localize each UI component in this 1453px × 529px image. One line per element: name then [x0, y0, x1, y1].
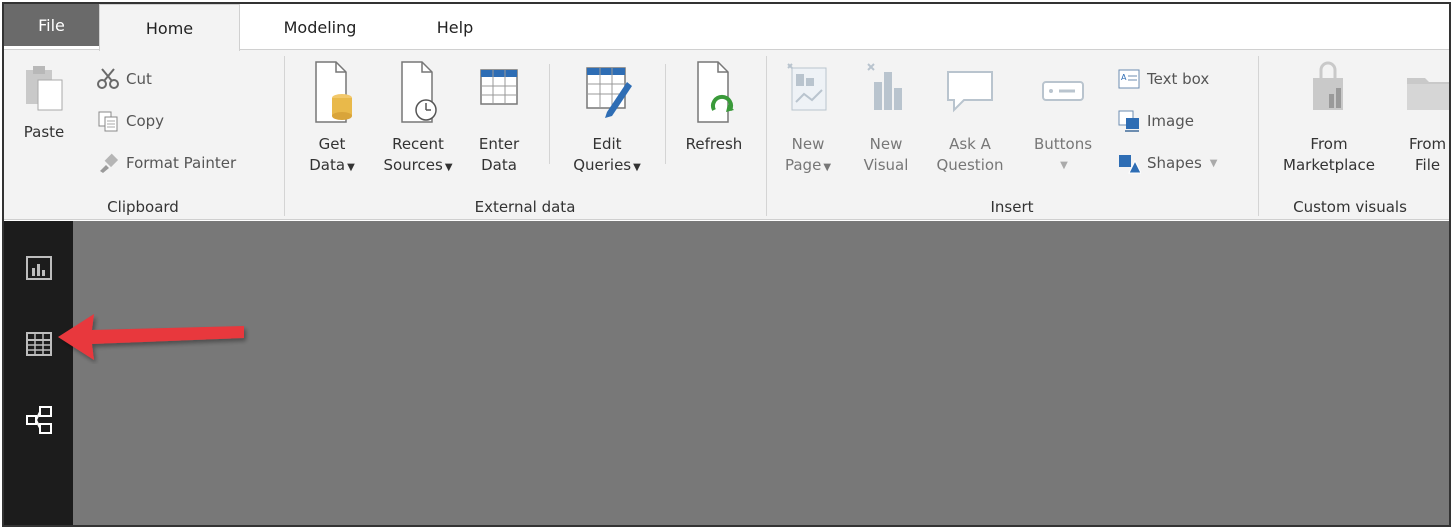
edit-queries-label-1: Edit: [592, 135, 622, 153]
scissors-icon: [97, 68, 119, 89]
recent-sources-label-1: Recent: [392, 135, 444, 153]
new-page-label-2: Page: [784, 156, 822, 174]
dropdown-caret-icon: ▼: [1060, 160, 1068, 171]
new-visual-label-2: Visual: [863, 156, 909, 174]
svg-text:A: A: [1121, 73, 1127, 82]
tab-home-label: Home: [145, 18, 194, 38]
dropdown-caret-icon: ▼: [633, 162, 641, 173]
text-box-label: Text box: [1147, 70, 1210, 88]
image-button[interactable]: Image: [1117, 108, 1194, 134]
cut-button[interactable]: Cut: [96, 66, 152, 92]
tab-home[interactable]: Home: [99, 4, 240, 51]
paintbrush-icon: [100, 153, 119, 173]
text-box-button[interactable]: A Text box: [1117, 66, 1209, 92]
group-label-clipboard: Clipboard: [107, 198, 179, 216]
from-file-label-2: File: [1415, 156, 1441, 174]
speech-bubble-icon: [947, 71, 993, 113]
recent-sources-label-2: Sources: [383, 156, 443, 174]
relationships-view-icon: [25, 406, 52, 434]
format-painter-label: Format Painter: [126, 154, 237, 172]
shapes-button[interactable]: Shapes ▼: [1117, 150, 1218, 176]
subgroup-separator: [665, 64, 666, 164]
tab-modeling[interactable]: Modeling: [240, 4, 400, 50]
buttons-label: Buttons: [1033, 135, 1093, 153]
dropdown-caret-icon: ▼: [444, 162, 453, 173]
refresh-icon: [697, 61, 734, 123]
tab-file-label: File: [38, 15, 65, 35]
from-marketplace-label-2: Marketplace: [1283, 156, 1375, 174]
enter-data-button[interactable]: Enter Data: [467, 54, 531, 176]
ask-a-question-button[interactable]: Ask A Question: [927, 54, 1013, 176]
copy-button[interactable]: Copy: [96, 108, 164, 134]
group-insert: New Page ▼ New Visual Ask A Question But…: [767, 50, 1257, 220]
app-window: File Home Modeling Help Paste Cut Copy F…: [2, 2, 1451, 527]
get-data-icon: [315, 61, 352, 123]
tab-help-label: Help: [436, 17, 474, 37]
button-shape-icon: [1042, 81, 1084, 101]
new-visual-button[interactable]: New Visual: [853, 54, 919, 176]
group-custom-visuals: From Marketplace From File Custom visual…: [1259, 50, 1449, 220]
marketplace-icon: [1313, 61, 1343, 110]
annotation-arrow-icon: [58, 314, 244, 360]
enter-data-label-1: Enter: [478, 135, 520, 153]
paste-label: Paste: [23, 123, 65, 141]
group-label-external-data: External data: [474, 198, 576, 216]
paste-button[interactable]: Paste: [14, 56, 74, 143]
table-grid-icon: [480, 69, 518, 105]
group-label-custom-visuals: Custom visuals: [1293, 198, 1407, 216]
edit-queries-button[interactable]: Edit Queries ▼: [567, 54, 647, 178]
ribbon-tab-bar: File Home Modeling Help: [4, 4, 1449, 51]
from-marketplace-button[interactable]: From Marketplace: [1267, 54, 1391, 176]
shapes-icon: [1119, 155, 1141, 174]
tab-help[interactable]: Help: [400, 4, 510, 50]
folder-icon: [1407, 78, 1449, 110]
get-data-label-1: Get: [318, 135, 346, 153]
tab-modeling-label: Modeling: [283, 17, 357, 37]
buttons-button[interactable]: Buttons ▼: [1023, 54, 1103, 176]
data-view-icon: [25, 332, 52, 356]
subgroup-separator: [549, 64, 550, 164]
new-page-label-1: New: [791, 135, 825, 153]
get-data-label-2: Data: [309, 156, 346, 174]
tab-file[interactable]: File: [4, 4, 99, 46]
text-box-icon: A: [1118, 69, 1140, 89]
ask-question-label-1: Ask A: [949, 135, 991, 153]
group-external-data: Get Data ▼ Recent Sources ▼ Enter Data E…: [285, 50, 765, 220]
refresh-button[interactable]: Refresh: [675, 54, 753, 155]
new-page-button[interactable]: New Page ▼: [775, 54, 841, 178]
ask-question-label-2: Question: [936, 156, 1004, 174]
refresh-label: Refresh: [685, 135, 743, 153]
report-canvas[interactable]: [73, 221, 1449, 525]
edit-queries-label-2: Queries: [573, 156, 632, 174]
new-visual-label-1: New: [869, 135, 903, 153]
ribbon: Paste Cut Copy Format Painter Clipboard …: [4, 50, 1449, 220]
edit-queries-icon: [586, 67, 632, 118]
format-painter-button[interactable]: Format Painter: [96, 150, 236, 176]
image-icon: [1118, 110, 1139, 132]
recent-sources-button[interactable]: Recent Sources ▼: [373, 54, 463, 178]
dropdown-caret-icon: ▼: [823, 162, 832, 173]
enter-data-label-2: Data: [481, 156, 517, 174]
from-file-label-1: From: [1409, 135, 1447, 153]
view-switcher-rail: [4, 221, 73, 525]
shapes-label: Shapes: [1147, 154, 1202, 172]
get-data-button[interactable]: Get Data ▼: [295, 54, 369, 178]
report-view-icon: [25, 256, 52, 280]
relationships-view-button[interactable]: [4, 391, 73, 449]
image-label: Image: [1147, 112, 1194, 130]
from-marketplace-label-1: From: [1310, 135, 1348, 153]
group-label-insert: Insert: [990, 198, 1034, 216]
group-clipboard: Paste Cut Copy Format Painter Clipboard: [4, 50, 282, 220]
from-file-button[interactable]: From File: [1399, 54, 1449, 176]
paste-icon: [26, 66, 63, 111]
copy-label: Copy: [126, 112, 165, 130]
cut-label: Cut: [126, 70, 152, 88]
new-visual-icon: [867, 63, 902, 110]
dropdown-caret-icon: ▼: [347, 162, 355, 173]
dropdown-caret-icon: ▼: [1209, 157, 1218, 169]
new-page-icon: [787, 63, 827, 111]
report-view-button[interactable]: [4, 239, 73, 297]
copy-icon: [98, 111, 118, 132]
recent-sources-icon: [401, 61, 437, 123]
